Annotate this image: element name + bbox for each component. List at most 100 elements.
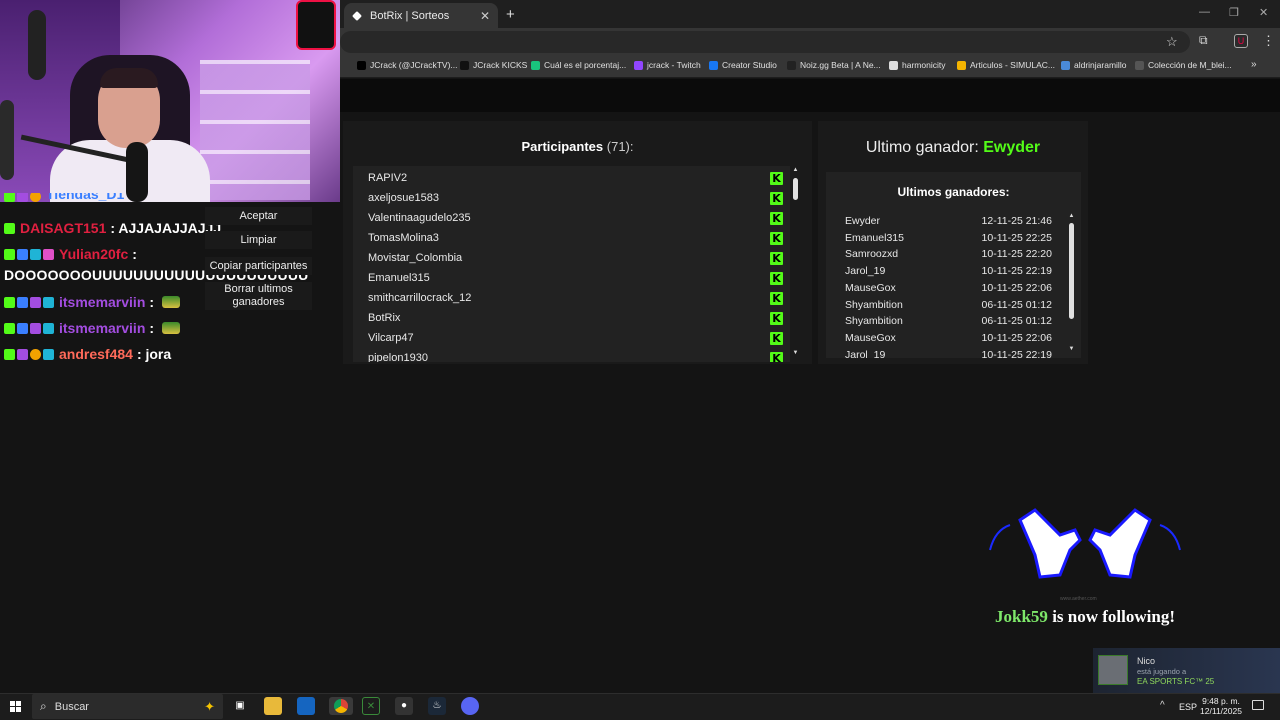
obs-icon[interactable]: ● <box>395 697 413 715</box>
extensions-icon[interactable]: ⧉ <box>1199 33 1208 48</box>
chat-badge-icon <box>4 348 15 360</box>
bookmark-label: JCrack KICKS <box>473 60 528 70</box>
menu-kebab-icon[interactable]: ⋮ <box>1262 33 1275 49</box>
clear-button[interactable]: Limpiar <box>205 231 312 249</box>
scroll-down-icon[interactable]: ▼ <box>1067 346 1076 352</box>
bookmark-item[interactable]: Cuál es el porcentaj... <box>531 60 626 70</box>
participant-row[interactable]: BotRix K <box>368 308 783 328</box>
minimize-icon[interactable]: — <box>1199 6 1210 18</box>
participant-name: TomasMolina3 <box>368 232 439 244</box>
chat-message: itsmemarviin: <box>4 294 181 310</box>
participant-row[interactable]: Valentinaagudelo235 K <box>368 208 783 228</box>
chat-text: : <box>149 294 155 310</box>
participant-row[interactable]: smithcarrillocrack_12 K <box>368 288 783 308</box>
chat-text: : <box>149 320 155 336</box>
kick-icon: K <box>770 291 783 305</box>
browser-tab[interactable]: BotRix | Sorteos ✕ <box>344 3 498 28</box>
steam-icon[interactable]: ♨ <box>428 697 446 715</box>
taskbar-search[interactable]: ⌕ Buscar ✦ <box>32 694 223 719</box>
bookmark-item[interactable]: Colección de M_blei... <box>1135 60 1232 70</box>
chat-username: andresf484 <box>59 346 133 362</box>
bookmark-label: JCrack (@JCrackTV)... <box>370 60 458 70</box>
bookmarks-more-icon[interactable]: » <box>1251 59 1257 70</box>
participant-name: RAPIV2 <box>368 172 408 184</box>
participants-list[interactable]: RAPIV2 Kaxeljosue1583 K Valentinaagudelo235… <box>353 166 790 362</box>
language-indicator[interactable]: ESP <box>1179 702 1197 712</box>
discord-icon[interactable] <box>461 697 479 715</box>
kick-icon: K <box>770 331 783 345</box>
participant-row[interactable]: Emanuel315 K <box>368 268 783 288</box>
participant-row[interactable]: Movistar_Colombia K <box>368 248 783 268</box>
outlook-icon[interactable] <box>297 697 315 715</box>
scroll-thumb[interactable] <box>793 178 798 200</box>
participant-name: Valentinaagudelo235 <box>368 212 471 224</box>
bookmark-item[interactable]: harmonicity <box>889 60 945 70</box>
chat-message: DAISAGT151: AJJAJAJJAJJJ <box>4 220 221 236</box>
follow-message: is now following! <box>1047 607 1175 626</box>
bookmark-item[interactable]: JCrack (@JCrackTV)... <box>357 60 458 70</box>
restore-icon[interactable]: ❐ <box>1229 6 1239 19</box>
new-tab-button[interactable]: + <box>506 6 515 23</box>
clock-time: 9:48 p. m. <box>1202 696 1240 706</box>
chat-badge-icon <box>43 322 54 334</box>
chat-badge-icon <box>30 322 41 334</box>
accept-button[interactable]: Aceptar <box>205 207 312 225</box>
chat-badge-icon <box>17 248 28 260</box>
bookmark-label: Creator Studio <box>722 60 777 70</box>
bookmark-label: Articulos - SIMULAC... <box>970 60 1056 70</box>
bookmark-item[interactable]: aldrinjaramillo <box>1061 60 1126 70</box>
task-view-icon[interactable]: ▣ <box>231 697 249 715</box>
participant-row[interactable]: pipelon1930 K <box>368 348 783 362</box>
chat-message: andresf484: jora <box>4 346 171 362</box>
clock-date: 12/11/2025 <box>1200 706 1242 716</box>
bookmark-item[interactable]: Noiz.gg Beta | A Ne... <box>787 60 881 70</box>
winner-row: Shyambition 06-11-25 01:12 <box>845 315 1052 327</box>
chat-badge-icon <box>43 296 54 308</box>
delete-recent-winners-button[interactable]: Borrar ultimos ganadores <box>205 282 312 310</box>
webcam-decoration <box>0 100 14 180</box>
copy-participants-button[interactable]: Copiar participantes <box>205 257 312 275</box>
profile-avatar[interactable]: U <box>1234 34 1248 48</box>
scroll-down-icon[interactable]: ▼ <box>791 350 800 356</box>
chrome-icon[interactable] <box>329 697 353 715</box>
chat-message: itsmemarviin: <box>4 320 181 336</box>
participant-name: axeljosue1583 <box>368 192 439 204</box>
participant-row[interactable]: axeljosue1583 K <box>368 188 783 208</box>
winner-name: Samroozxd <box>845 248 899 261</box>
follow-alert-hands-icon <box>989 508 1181 579</box>
bookmark-item[interactable]: jcrack - Twitch <box>634 60 701 70</box>
chat-badge-icon <box>17 348 28 360</box>
friend-avatar <box>1098 655 1128 685</box>
winner-row: Jarol_19 10-11-25 22:19 <box>845 349 1052 358</box>
scroll-thumb[interactable] <box>1069 223 1074 319</box>
chat-badge-icon <box>17 322 28 334</box>
participant-row[interactable]: TomasMolina3 K <box>368 228 783 248</box>
close-window-icon[interactable]: ✕ <box>1259 6 1268 19</box>
bookmark-star-icon[interactable]: ☆ <box>1166 34 1178 50</box>
webcam-microphone <box>126 142 148 202</box>
chat-username: DAISAGT151 <box>20 220 107 236</box>
last-winner: Ultimo ganador: Ewyder <box>818 139 1088 157</box>
bookmark-item[interactable]: Articulos - SIMULAC... <box>957 60 1055 70</box>
participant-row[interactable]: Vilcarp47 K <box>368 328 783 348</box>
bookmark-favicon-icon <box>957 60 966 70</box>
participants-scrollbar[interactable]: ▲ ▼ <box>791 166 800 362</box>
file-explorer-icon[interactable] <box>264 697 282 715</box>
bookmark-item[interactable]: Creator Studio <box>709 60 777 70</box>
participant-row[interactable]: RAPIV2 K <box>368 168 783 188</box>
xbox-icon[interactable]: ✕ <box>362 697 380 715</box>
tab-close-icon[interactable]: ✕ <box>480 9 490 23</box>
windows-start-icon[interactable] <box>10 701 22 713</box>
clock[interactable]: 9:48 p. m. 12/11/2025 <box>1200 696 1242 716</box>
winner-name: MauseGox <box>845 331 896 344</box>
winners-scrollbar[interactable]: ▲ ▼ <box>1067 213 1076 356</box>
scroll-up-icon[interactable]: ▲ <box>1067 213 1076 219</box>
address-bar[interactable] <box>340 31 1190 53</box>
webcam-logo-sign <box>296 0 336 50</box>
scroll-up-icon[interactable]: ▲ <box>791 167 800 173</box>
bookmark-item[interactable]: JCrack KICKS <box>460 60 527 70</box>
bookmark-label: harmonicity <box>902 60 946 70</box>
notification-icon[interactable] <box>1252 700 1264 710</box>
bookmark-favicon-icon <box>889 60 898 70</box>
tray-chevron-icon[interactable]: ^ <box>1160 700 1165 711</box>
